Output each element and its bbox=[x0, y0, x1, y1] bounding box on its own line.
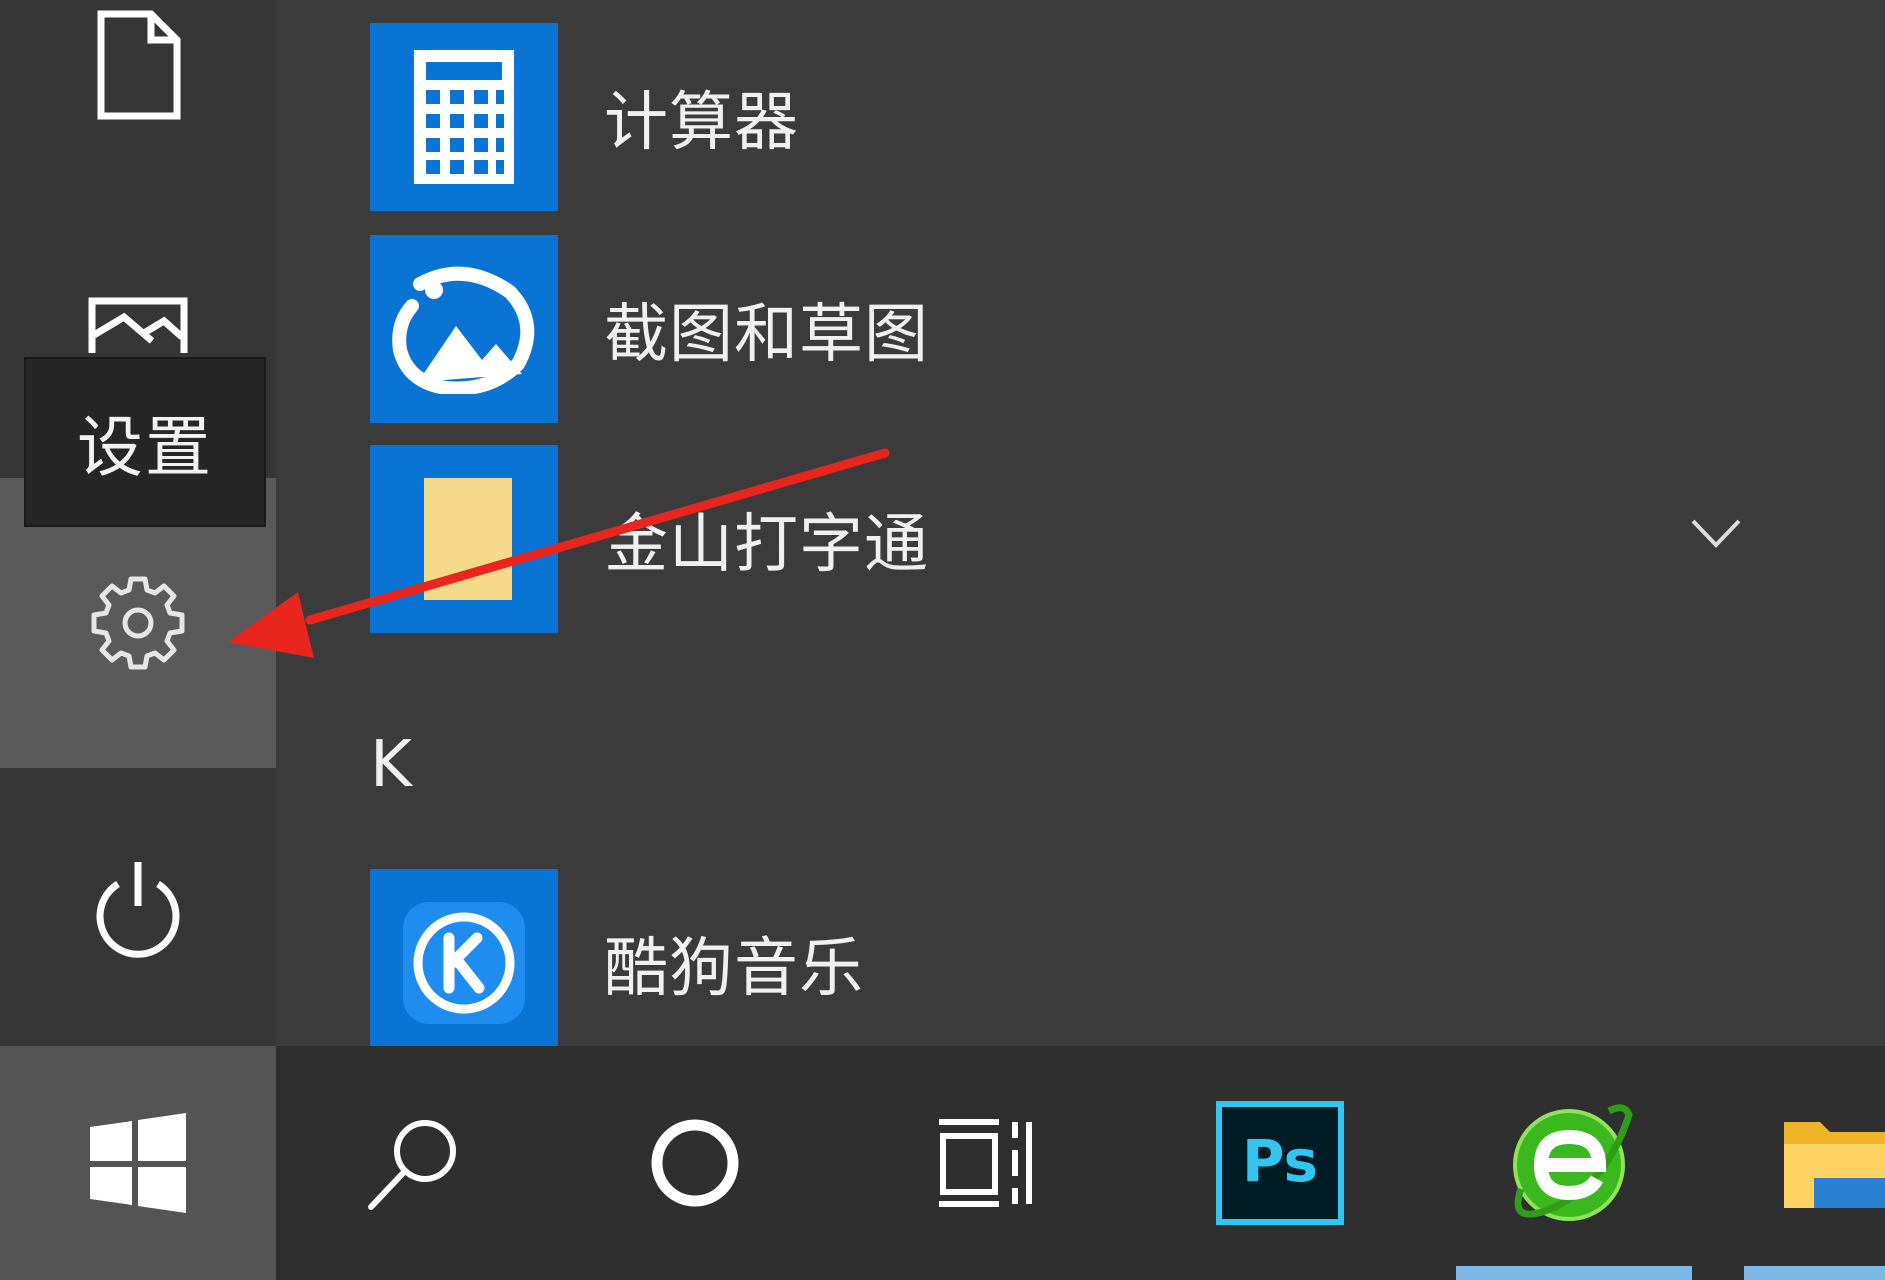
settings-tooltip: 设置 bbox=[24, 357, 266, 527]
app-tile bbox=[370, 869, 558, 1057]
gear-icon bbox=[91, 576, 185, 670]
app-tile bbox=[370, 23, 558, 211]
app-tile bbox=[370, 445, 558, 633]
app-label: 截图和草图 bbox=[604, 298, 929, 372]
pictures-icon bbox=[88, 297, 188, 353]
task-view-icon bbox=[939, 1119, 1032, 1207]
kingsoft-typing-icon bbox=[424, 478, 512, 600]
browser-icon bbox=[1513, 1104, 1633, 1221]
documents-button[interactable] bbox=[0, 0, 276, 130]
section-letter-header[interactable]: K bbox=[370, 728, 412, 802]
browser-active-indicator bbox=[1456, 1266, 1692, 1280]
taskbar: Ps bbox=[0, 1046, 1885, 1280]
power-icon bbox=[96, 862, 180, 958]
cortana-button[interactable] bbox=[610, 1046, 780, 1280]
app-label: 金山打字通 bbox=[604, 508, 929, 582]
file-explorer-icon bbox=[1784, 1122, 1885, 1208]
power-button[interactable] bbox=[0, 828, 276, 988]
app-tile bbox=[370, 235, 558, 423]
document-icon bbox=[97, 10, 181, 120]
snip-sketch-icon bbox=[392, 266, 535, 394]
list-item[interactable]: 计算器 bbox=[370, 22, 1790, 212]
photoshop-label: Ps bbox=[1242, 1127, 1318, 1195]
photoshop-button[interactable]: Ps bbox=[1200, 1046, 1360, 1280]
app-label: 酷狗音乐 bbox=[604, 932, 864, 1006]
search-button[interactable] bbox=[330, 1046, 500, 1280]
search-icon bbox=[368, 1120, 456, 1210]
browser-button[interactable] bbox=[1480, 1046, 1660, 1280]
cortana-icon bbox=[651, 1119, 739, 1207]
task-view-button[interactable] bbox=[900, 1046, 1070, 1280]
calculator-icon bbox=[414, 50, 514, 184]
list-item[interactable]: 酷狗音乐 bbox=[370, 868, 1790, 1058]
start-menu: 计算器 截图和草图 金山打字通 酷狗音乐 K 设置 bbox=[0, 0, 1885, 1057]
explorer-active-indicator bbox=[1744, 1266, 1885, 1280]
app-list: 计算器 截图和草图 金山打字通 酷狗音乐 bbox=[370, 0, 1790, 1057]
photoshop-icon: Ps bbox=[1216, 1101, 1344, 1225]
app-label: 计算器 bbox=[604, 86, 799, 160]
start-button[interactable] bbox=[0, 1046, 276, 1280]
file-explorer-button[interactable] bbox=[1780, 1046, 1885, 1280]
list-item[interactable]: 截图和草图 bbox=[370, 234, 1790, 424]
kugou-music-icon bbox=[403, 902, 525, 1024]
windows-start-icon bbox=[90, 1113, 186, 1213]
list-item[interactable]: 金山打字通 bbox=[370, 444, 1790, 634]
chevron-down-icon[interactable] bbox=[1690, 515, 1742, 551]
